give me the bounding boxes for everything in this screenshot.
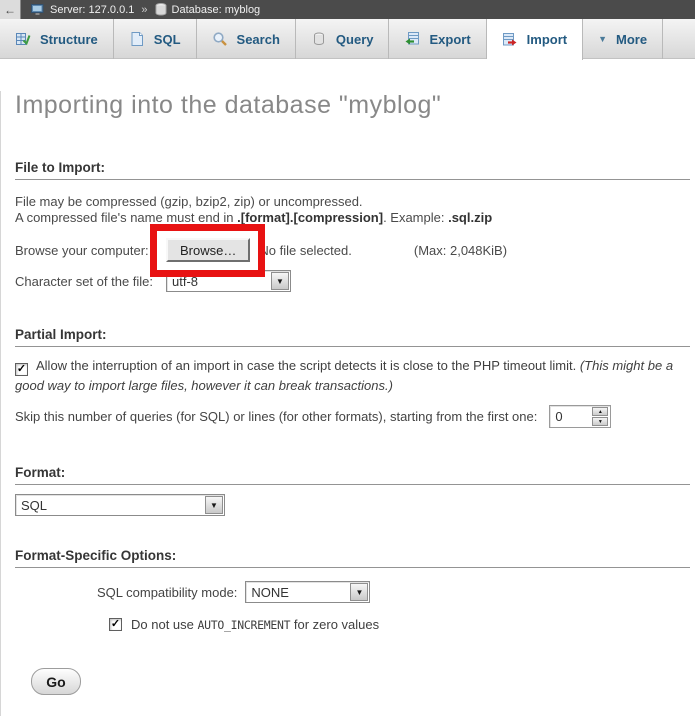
- compression-info-line2: A compressed file's name must end in .[f…: [15, 210, 690, 226]
- spinner-up-button[interactable]: ▲: [592, 407, 608, 416]
- export-icon: [404, 31, 420, 47]
- charset-select[interactable]: utf-8 ▼: [166, 270, 291, 292]
- max-size-text: (Max: 2,048KiB): [414, 243, 507, 258]
- tabbar-filler: [663, 19, 695, 58]
- phpmyadmin-import-page: ← Server: 127.0.0.1 » Database: myblog S…: [0, 0, 695, 716]
- format-select[interactable]: SQL ▼: [15, 494, 225, 516]
- breadcrumb-bar: ← Server: 127.0.0.1 » Database: myblog: [0, 0, 695, 19]
- go-button[interactable]: Go: [31, 668, 81, 695]
- line2-example: .sql.zip: [448, 210, 492, 225]
- sql-compatibility-value: NONE: [246, 585, 289, 600]
- charset-select-value: utf-8: [167, 274, 198, 289]
- charset-label: Character set of the file:: [15, 274, 166, 289]
- spinner-down-button[interactable]: ▼: [592, 417, 608, 426]
- tab-query[interactable]: Query: [296, 19, 390, 59]
- auto-increment-row: ✓ Do not use AUTO_INCREMENT for zero val…: [109, 617, 690, 632]
- sql-compatibility-row: SQL compatibility mode: NONE ▼: [97, 581, 690, 603]
- tab-label: Export: [429, 32, 470, 47]
- ai-code: AUTO_INCREMENT: [198, 618, 291, 632]
- skip-queries-row: Skip this number of queries (for SQL) or…: [15, 405, 690, 428]
- dropdown-arrow-icon[interactable]: ▼: [350, 583, 368, 601]
- query-icon: [311, 31, 327, 47]
- skip-queries-input[interactable]: 0 ▲ ▼: [549, 405, 611, 428]
- format-select-value: SQL: [16, 498, 47, 513]
- interrupt-checkbox[interactable]: ✓: [15, 363, 28, 376]
- tab-label: SQL: [154, 32, 181, 47]
- section-heading-format-specific: Format-Specific Options:: [15, 548, 690, 568]
- section-heading-file-to-import: File to Import:: [15, 160, 690, 180]
- main-content: Importing into the database "myblog" Fil…: [0, 91, 695, 716]
- tab-import[interactable]: Import: [487, 19, 583, 60]
- sql-icon: [129, 31, 145, 47]
- breadcrumb-server-link[interactable]: Server: 127.0.0.1: [50, 4, 134, 16]
- server-icon: [31, 4, 45, 16]
- page-title: Importing into the database "myblog": [15, 91, 690, 120]
- section-heading-partial-import: Partial Import:: [15, 327, 690, 347]
- tab-more[interactable]: ▼ More: [583, 19, 663, 59]
- browse-button[interactable]: Browse…: [166, 238, 250, 262]
- interrupt-text: Allow the interruption of an import in c…: [36, 358, 580, 373]
- breadcrumb: Server: 127.0.0.1 » Database: myblog: [31, 3, 260, 16]
- tab-bar: Structure SQL Search Query Export: [0, 19, 695, 59]
- line2-text: A compressed file's name must end in: [15, 210, 237, 225]
- search-icon: [212, 31, 228, 47]
- no-file-selected-text: No file selected.: [259, 243, 352, 258]
- auto-increment-text: Do not use AUTO_INCREMENT for zero value…: [131, 617, 379, 632]
- tab-label: Structure: [40, 32, 98, 47]
- tab-structure[interactable]: Structure: [0, 19, 114, 59]
- database-icon: [155, 3, 167, 16]
- sql-compatibility-label: SQL compatibility mode:: [97, 585, 237, 600]
- tab-export[interactable]: Export: [389, 19, 486, 59]
- auto-increment-checkbox[interactable]: ✓: [109, 618, 122, 631]
- section-heading-format: Format:: [15, 465, 690, 485]
- dropdown-arrow-icon[interactable]: ▼: [205, 496, 223, 514]
- import-icon: [502, 32, 518, 48]
- browse-label: Browse your computer:: [15, 243, 166, 258]
- charset-row: Character set of the file: utf-8 ▼: [15, 270, 690, 292]
- tab-label: Query: [336, 32, 374, 47]
- dropdown-arrow-icon[interactable]: ▼: [271, 272, 289, 290]
- breadcrumb-separator: »: [141, 4, 147, 16]
- back-button[interactable]: ←: [0, 0, 21, 19]
- ai-prefix: Do not use: [131, 617, 198, 632]
- spinner: ▲ ▼: [592, 407, 608, 426]
- line2-format-pattern: .[format].[compression]: [237, 210, 383, 225]
- structure-icon: [15, 31, 31, 47]
- skip-queries-value: 0: [550, 409, 592, 424]
- tab-label: More: [616, 32, 647, 47]
- interrupt-option: ✓ Allow the interruption of an import in …: [15, 356, 690, 395]
- tab-sql[interactable]: SQL: [114, 19, 197, 59]
- chevron-down-icon: ▼: [598, 34, 607, 44]
- tab-label: Import: [527, 32, 567, 47]
- breadcrumb-database-link[interactable]: Database: myblog: [172, 4, 261, 16]
- line2-text-mid: . Example:: [383, 210, 448, 225]
- skip-queries-label: Skip this number of queries (for SQL) or…: [15, 409, 537, 424]
- compression-info-line1: File may be compressed (gzip, bzip2, zip…: [15, 194, 690, 210]
- ai-suffix: for zero values: [290, 617, 379, 632]
- left-arrow-icon: ←: [4, 3, 16, 17]
- sql-compatibility-select[interactable]: NONE ▼: [245, 581, 370, 603]
- tab-label: Search: [237, 32, 280, 47]
- tab-search[interactable]: Search: [197, 19, 296, 59]
- browse-row: Browse your computer: Browse… No file se…: [15, 237, 690, 263]
